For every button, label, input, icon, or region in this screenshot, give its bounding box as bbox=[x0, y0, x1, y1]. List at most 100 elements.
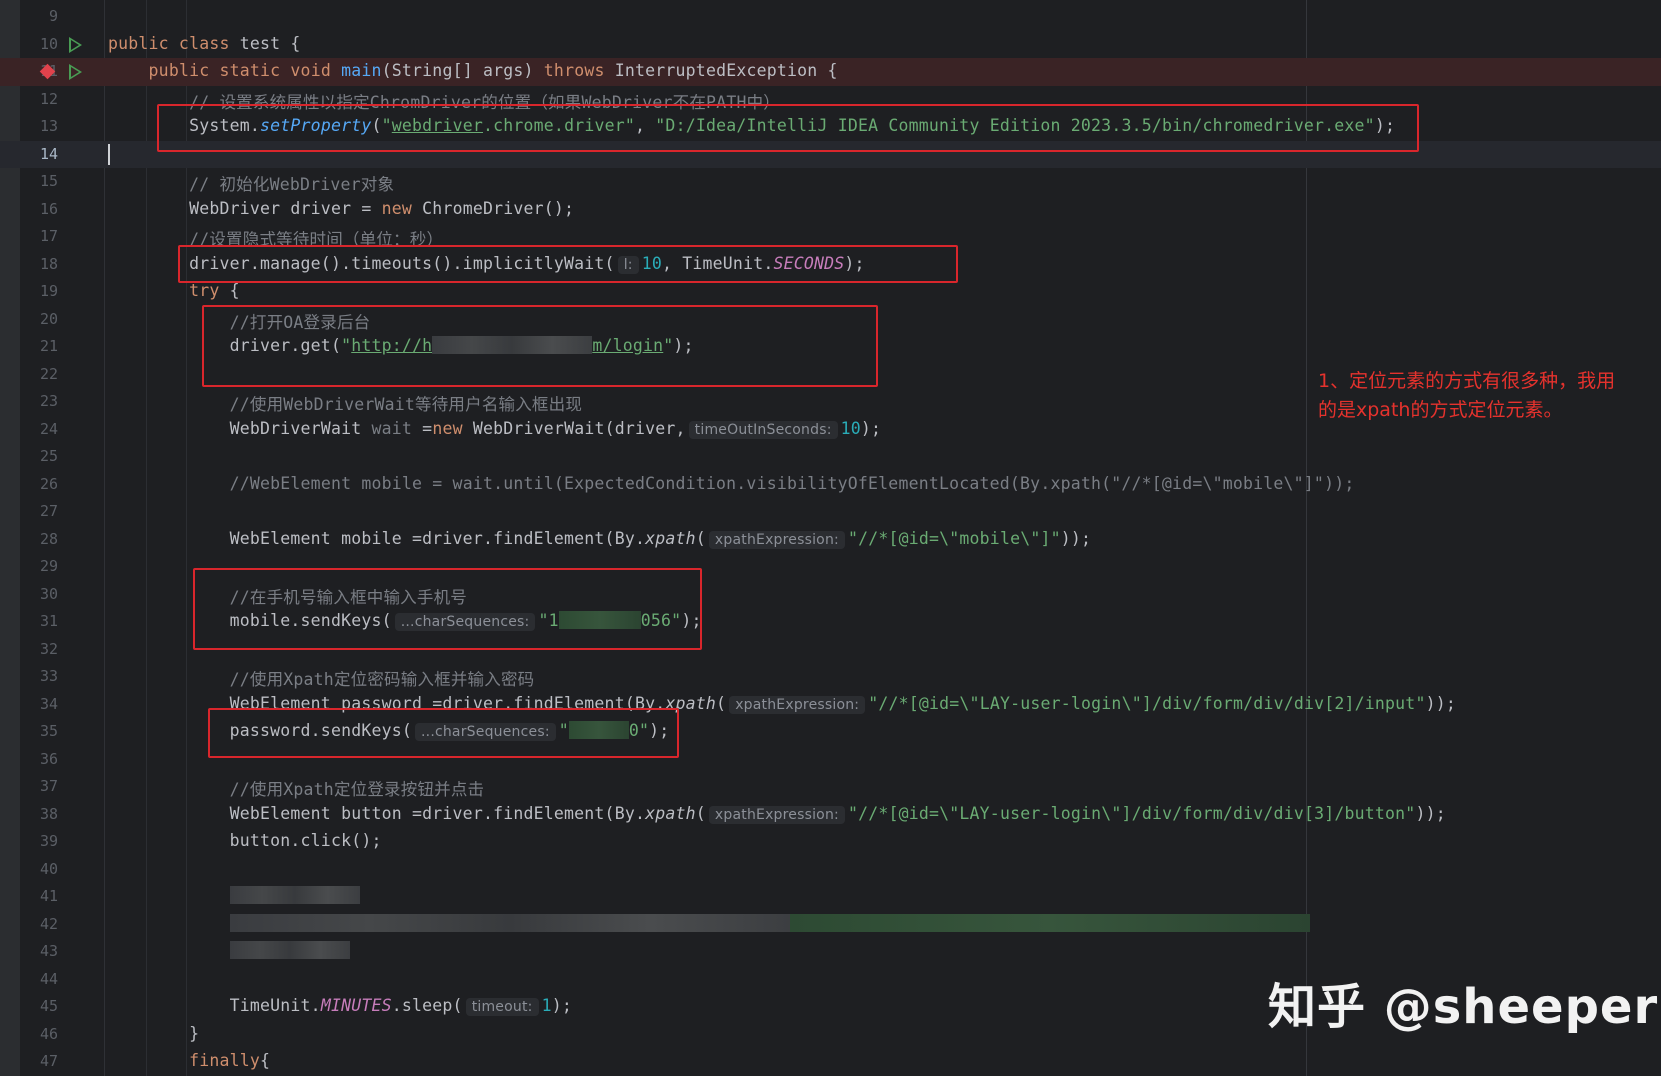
code-text: WebElement button =driver.findElement(By… bbox=[108, 803, 1446, 824]
code-token: ( bbox=[716, 693, 727, 713]
code-text bbox=[108, 886, 360, 905]
code-token: 1 bbox=[541, 996, 552, 1015]
code-line[interactable]: 47 finally{ bbox=[0, 1048, 1661, 1076]
code-line[interactable]: 15 // 初始化WebDriver对象 bbox=[0, 168, 1661, 196]
code-token: test { bbox=[239, 33, 301, 53]
code-token: WebDriver driver = bbox=[108, 198, 382, 218]
run-gutter-icon[interactable] bbox=[69, 64, 82, 80]
code-line[interactable]: 39 button.click(); bbox=[0, 828, 1661, 856]
parameter-hint: xpathExpression: bbox=[708, 805, 845, 824]
code-token: new bbox=[432, 418, 473, 438]
text-caret bbox=[108, 143, 110, 165]
code-line[interactable]: 25 bbox=[0, 443, 1661, 471]
code-line[interactable]: 40 bbox=[0, 856, 1661, 884]
code-line[interactable]: 11 public static void main(String[] args… bbox=[0, 58, 1661, 86]
line-number: 47 bbox=[39, 1052, 58, 1070]
code-text bbox=[108, 913, 1310, 933]
code-text: //使用Xpath定位密码输入框并输入密码 bbox=[108, 666, 535, 690]
code-token: InterruptedException { bbox=[614, 61, 838, 80]
code-token: xpath bbox=[645, 528, 696, 548]
line-number: 20 bbox=[39, 309, 58, 328]
line-number: 15 bbox=[39, 172, 58, 190]
code-line[interactable]: 42 bbox=[0, 911, 1661, 939]
code-line[interactable]: 26 //WebElement mobile = wait.until(Expe… bbox=[0, 471, 1661, 499]
code-line[interactable]: 16 WebDriver driver = new ChromeDriver()… bbox=[0, 196, 1661, 224]
watermark: 知乎 @sheeper bbox=[1268, 979, 1659, 1035]
line-number: 23 bbox=[39, 392, 58, 410]
annotation-note: 1、定位元素的方式有很多种，我用的是xpath的方式定位元素。 bbox=[1318, 370, 1616, 421]
code-editor[interactable]: 9 10 public class test { 11 public static v… bbox=[0, 0, 1661, 1076]
code-line[interactable]: 41 bbox=[0, 883, 1661, 911]
code-token: xpath bbox=[645, 803, 696, 823]
code-line[interactable]: 38 WebElement button =driver.findElement… bbox=[0, 801, 1661, 829]
highlight-box-password-input bbox=[208, 708, 679, 758]
code-token: wait bbox=[371, 418, 413, 438]
code-text: public static void main(String[] args) t… bbox=[108, 61, 838, 80]
code-token: //使用Xpath定位登录按钮并点击 bbox=[229, 780, 485, 799]
code-text: try { bbox=[108, 281, 240, 300]
code-text: } bbox=[108, 1024, 199, 1043]
code-token: )); bbox=[1060, 528, 1092, 548]
code-token: public class bbox=[108, 33, 240, 53]
line-number: 14 bbox=[39, 144, 58, 163]
code-token: "//*[@id=\"LAY-user-login\"]/div/form/di… bbox=[847, 803, 1416, 823]
line-number: 33 bbox=[39, 667, 58, 685]
line-number: 12 bbox=[39, 89, 58, 108]
code-token: ( bbox=[695, 528, 706, 548]
line-number: 43 bbox=[39, 942, 58, 960]
code-text: finally{ bbox=[108, 1051, 270, 1070]
line-number: 38 bbox=[39, 804, 58, 823]
line-number: 32 bbox=[39, 639, 58, 658]
line-number: 27 bbox=[39, 502, 58, 520]
code-line[interactable]: 37 //使用Xpath定位登录按钮并点击 bbox=[0, 773, 1661, 801]
code-token: //WebElement mobile = wait.until(Expecte… bbox=[229, 473, 1355, 493]
redacted-region bbox=[229, 941, 350, 959]
code-line[interactable]: 9 bbox=[0, 3, 1661, 31]
code-token: { bbox=[229, 281, 240, 300]
code-text bbox=[108, 941, 350, 960]
line-number: 17 bbox=[39, 227, 58, 245]
code-token: ( bbox=[695, 803, 706, 823]
line-number: 22 bbox=[39, 364, 58, 383]
code-line[interactable]: 27 bbox=[0, 498, 1661, 526]
code-token: ); bbox=[860, 418, 882, 438]
code-token: public static void bbox=[148, 61, 342, 80]
code-text: TimeUnit.MINUTES.sleep(timeout: 1); bbox=[108, 996, 572, 1016]
code-text: WebDriver driver = new ChromeDriver(); bbox=[108, 199, 574, 218]
line-number: 46 bbox=[39, 1024, 58, 1043]
code-text: //使用WebDriverWait等待用户名输入框出现 bbox=[108, 391, 582, 415]
code-token: ); bbox=[551, 996, 572, 1015]
code-line[interactable]: 43 bbox=[0, 938, 1661, 966]
line-number: 34 bbox=[39, 694, 58, 713]
line-number: 21 bbox=[39, 337, 58, 355]
line-number: 10 bbox=[39, 34, 58, 53]
run-gutter-icon[interactable] bbox=[69, 36, 82, 53]
parameter-hint: xpathExpression: bbox=[729, 695, 866, 714]
line-number: 44 bbox=[39, 969, 58, 988]
line-number: 19 bbox=[39, 282, 58, 300]
code-line[interactable]: 10 public class test { bbox=[0, 31, 1661, 59]
code-line[interactable]: 33 //使用Xpath定位密码输入框并输入密码 bbox=[0, 663, 1661, 691]
code-token: WebElement mobile =driver.findElement(By… bbox=[108, 528, 646, 548]
line-number: 9 bbox=[48, 7, 58, 25]
line-number: 45 bbox=[39, 997, 58, 1015]
code-token: finally bbox=[189, 1051, 261, 1070]
code-text: button.click(); bbox=[108, 831, 382, 850]
line-number: 28 bbox=[39, 529, 58, 548]
code-text: WebElement mobile =driver.findElement(By… bbox=[108, 528, 1092, 549]
code-line[interactable]: 28 WebElement mobile =driver.findElement… bbox=[0, 526, 1661, 554]
line-number: 24 bbox=[39, 419, 58, 438]
redacted-region bbox=[229, 913, 790, 932]
line-number: 18 bbox=[39, 254, 58, 273]
line-number: 35 bbox=[39, 722, 58, 740]
code-token: "//*[@id=\"mobile\"]" bbox=[847, 528, 1061, 548]
